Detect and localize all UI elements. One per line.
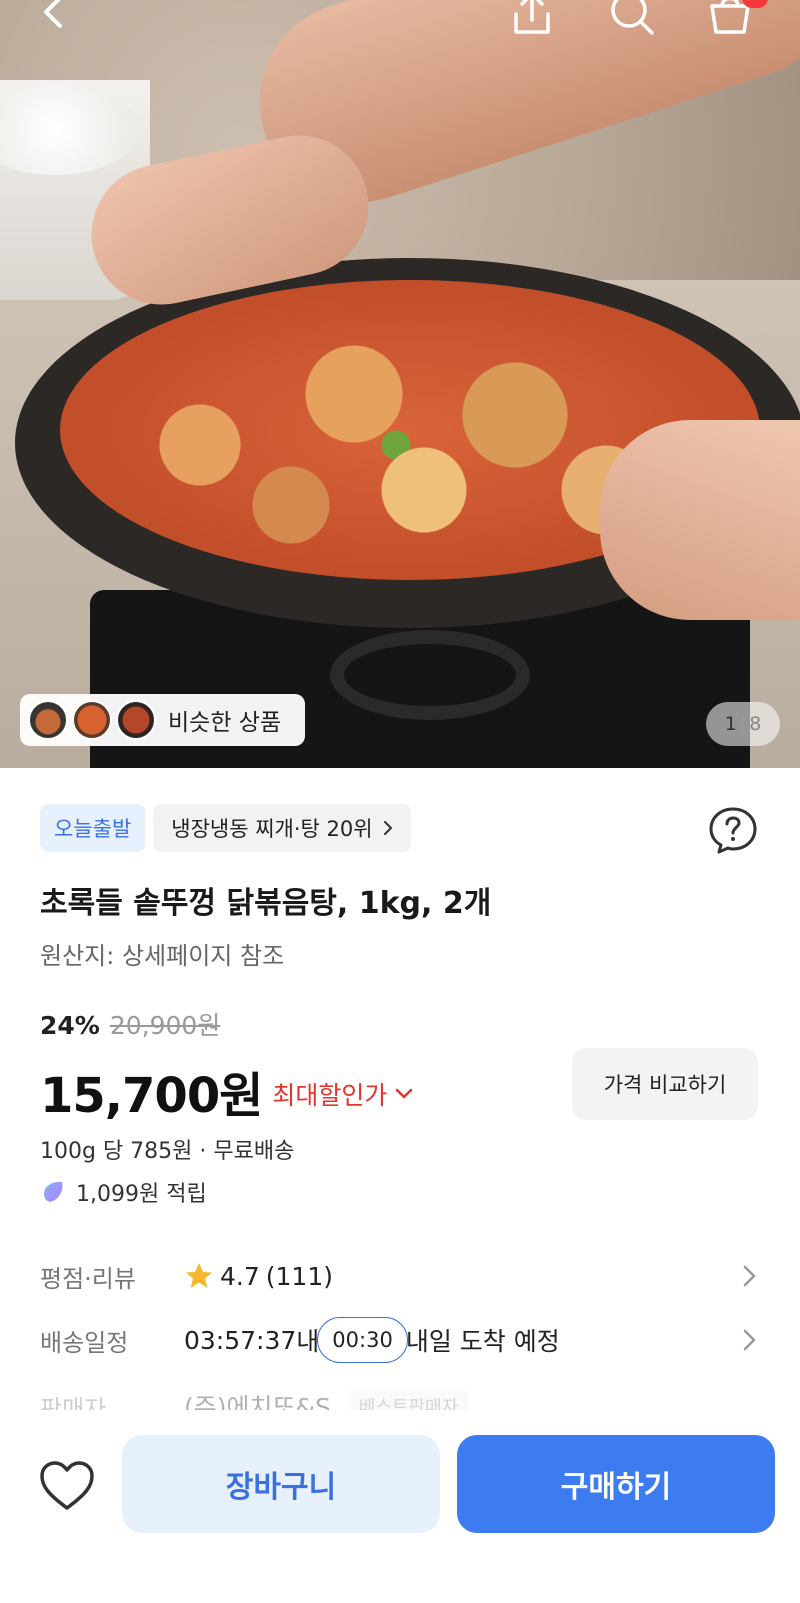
delivery-arrival: 내일 도착 예정 <box>405 1327 560 1356</box>
chevron-right-icon <box>743 1265 756 1287</box>
delivery-value: 03:57:37 내 00:30 내일 도착 예정 <box>184 1317 560 1363</box>
price-compare-button[interactable]: 가격 비교하기 <box>572 1048 758 1120</box>
sale-price: 15,700원 <box>40 1068 263 1124</box>
chevron-down-icon <box>396 1088 413 1099</box>
category-ranking-link[interactable]: 냉장냉동 찌개·탕 20위 <box>153 804 411 852</box>
max-discount-label: 최대할인가 <box>272 1081 388 1110</box>
heart-icon[interactable] <box>38 1460 96 1512</box>
product-title: 초록들 솥뚜껑 닭볶음탕, 1kg, 2개 <box>40 886 492 921</box>
add-to-cart-button[interactable]: 장바구니 <box>122 1435 440 1533</box>
bottom-action-bar: 장바구니 구매하기 <box>0 1410 800 1603</box>
ranking-label: 냉장냉동 찌개·탕 20위 <box>171 817 373 841</box>
rating-value: 4.7 (111) <box>184 1261 333 1291</box>
today-shipping-badge: 오늘출발 <box>40 804 146 852</box>
chevron-left-icon[interactable] <box>34 0 74 34</box>
chevron-right-icon <box>743 1329 756 1351</box>
delivery-schedule-row[interactable]: 배송일정 03:57:37 내 00:30 내일 도착 예정 <box>40 1317 760 1363</box>
reward-points: 1,099원 적립 <box>76 1182 207 1207</box>
question-chat-icon[interactable] <box>708 806 758 854</box>
max-discount-toggle[interactable]: 최대할인가 <box>272 1076 413 1112</box>
delivery-within: 내 <box>296 1327 320 1356</box>
right-hand <box>600 420 800 620</box>
reward-coin-icon <box>44 1181 63 1202</box>
badge-row: 오늘출발 냉장냉동 찌개·탕 20위 <box>40 804 411 852</box>
price-row: 15,700원 최대할인가 <box>40 1056 413 1126</box>
product-image[interactable]: 비슷한 상품 1 | 8 <box>0 0 800 768</box>
page-separator: | <box>739 713 747 735</box>
rating-review-row[interactable]: 평점·리뷰 4.7 (111) <box>40 1254 760 1298</box>
origin-info: 원산지: 상세페이지 참조 <box>40 942 285 970</box>
buy-now-button[interactable]: 구매하기 <box>457 1435 775 1533</box>
share-icon[interactable] <box>508 0 556 38</box>
stove-burner <box>330 630 530 720</box>
similar-thumbnail <box>28 700 68 740</box>
chevron-right-icon <box>383 821 392 835</box>
similar-thumbnail <box>72 700 112 740</box>
rating-label: 평점·리뷰 <box>40 1264 136 1293</box>
delivery-timer-chip: 00:30 <box>317 1317 408 1363</box>
similar-products-label: 비슷한 상품 <box>168 710 282 736</box>
total-pages: 8 <box>749 713 762 735</box>
original-price: 20,900원 <box>109 1011 221 1040</box>
current-page: 1 <box>724 713 737 735</box>
similar-thumbnail <box>116 700 156 740</box>
reward-points-row: 1,099원 적립 <box>40 1176 207 1208</box>
delivery-label: 배송일정 <box>40 1328 129 1357</box>
search-icon[interactable] <box>608 0 656 38</box>
review-count: (111) <box>265 1261 333 1291</box>
unit-price-shipping: 100g 당 785원 · 무료배송 <box>40 1139 295 1164</box>
delivery-countdown: 03:57:37 <box>184 1325 297 1355</box>
similar-products-button[interactable]: 비슷한 상품 <box>20 694 305 746</box>
rating-score: 4.7 <box>220 1261 260 1291</box>
discount-percent: 24% <box>40 1011 100 1040</box>
star-icon <box>186 1263 212 1288</box>
discount-row: 24% 20,900원 <box>40 1006 220 1042</box>
image-page-counter: 1 | 8 <box>706 702 780 746</box>
